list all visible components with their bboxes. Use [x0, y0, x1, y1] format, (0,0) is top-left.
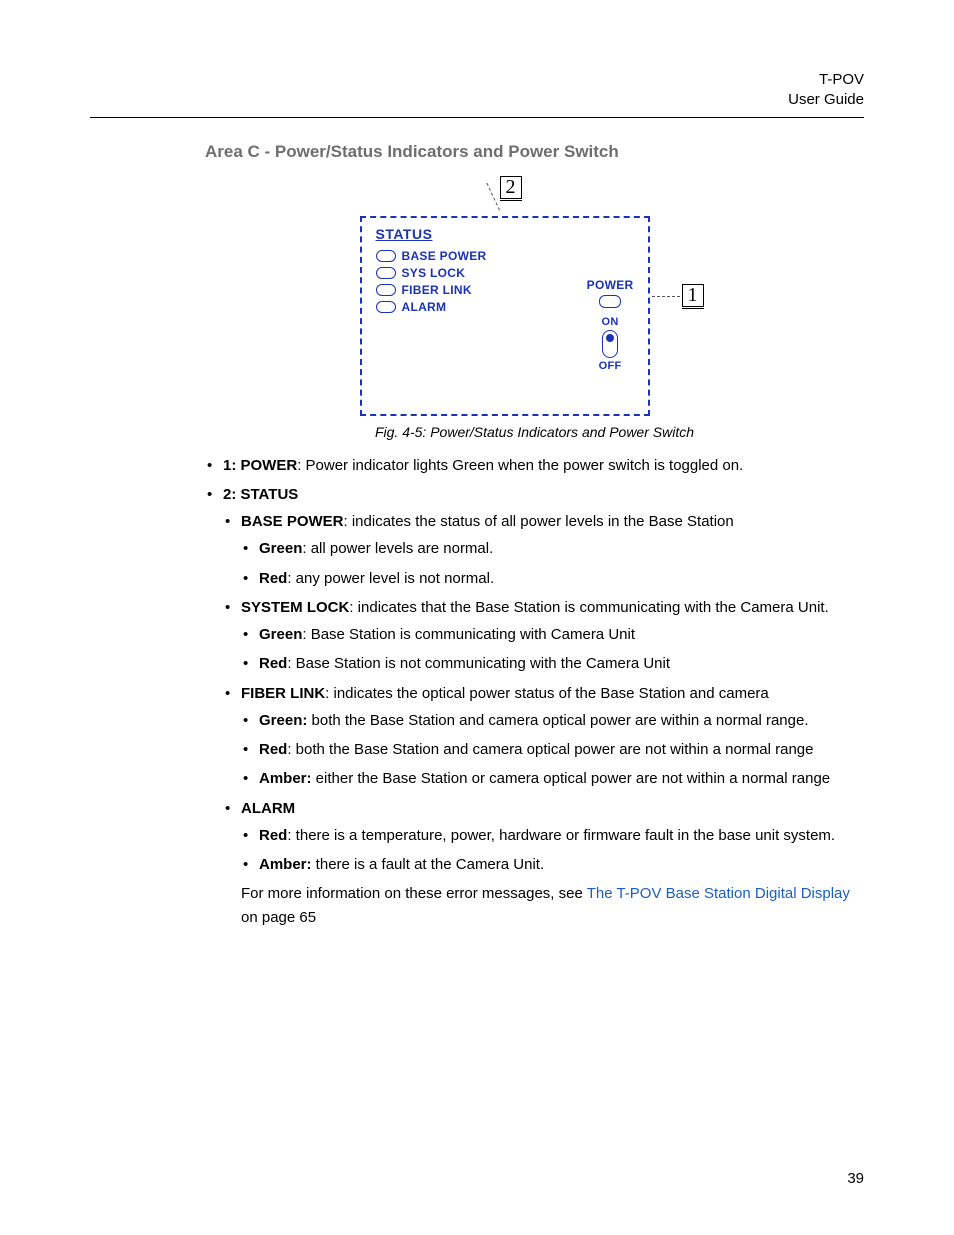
diagram: 2 STATUS BASE POWER SYS LOCK — [360, 176, 710, 416]
item-text: : indicates that the Base Station is com… — [349, 599, 828, 616]
cross-ref-link[interactable]: The T-POV Base Station Digital Display — [587, 885, 850, 902]
header-rule — [90, 117, 864, 118]
sub-list: BASE POWER: indicates the status of all … — [223, 510, 864, 929]
callout-1: 1 — [682, 284, 704, 309]
led-icon — [376, 250, 396, 262]
led-icon — [376, 301, 396, 313]
switch-on-label: ON — [587, 316, 634, 328]
header-product: T-POV — [90, 70, 864, 90]
list-item: Green: both the Base Station and camera … — [241, 709, 864, 732]
list-item: Red: both the Base Station and camera op… — [241, 738, 864, 761]
list-item: Amber: there is a fault at the Camera Un… — [241, 853, 864, 876]
led-label: SYS LOCK — [402, 266, 466, 280]
list-item: Green: Base Station is communicating wit… — [241, 623, 864, 646]
bullet-list: 1: POWER: Power indicator lights Green w… — [205, 454, 864, 929]
list-item: BASE POWER: indicates the status of all … — [223, 510, 864, 590]
item-text: : Power indicator lights Green when the … — [297, 457, 743, 474]
sub-list: Green: all power levels are normal. Red:… — [241, 537, 864, 590]
led-icon — [376, 267, 396, 279]
sub-list: Red: there is a temperature, power, hard… — [241, 824, 864, 877]
footer-post: on page 65 — [241, 909, 316, 926]
power-led-icon — [599, 295, 621, 308]
item-text: : indicates the optical power status of … — [325, 685, 769, 702]
page-number: 39 — [847, 1170, 864, 1187]
footer-pre: For more information on these error mess… — [241, 885, 587, 902]
sub-list: Green: both the Base Station and camera … — [241, 709, 864, 791]
list-item: Red: Base Station is not communicating w… — [241, 652, 864, 675]
list-item: 2: STATUS BASE POWER: indicates the stat… — [205, 483, 864, 929]
item-label: 1: POWER — [223, 457, 297, 474]
list-item: Amber: either the Base Station or camera… — [241, 767, 864, 790]
power-label: POWER — [587, 278, 634, 292]
list-item: ALARM Red: there is a temperature, power… — [223, 797, 864, 929]
section-heading: Area C - Power/Status Indicators and Pow… — [205, 142, 864, 162]
item-label: FIBER LINK — [241, 685, 325, 702]
item-label: 2: STATUS — [223, 486, 298, 503]
header-doc: User Guide — [90, 90, 864, 110]
led-label: BASE POWER — [402, 249, 487, 263]
led-base-power: BASE POWER — [376, 249, 638, 263]
page: T-POV User Guide Area C - Power/Status I… — [0, 0, 954, 1235]
page-header: T-POV User Guide — [90, 70, 864, 111]
led-label: ALARM — [402, 300, 447, 314]
content: Area C - Power/Status Indicators and Pow… — [205, 142, 864, 929]
list-item: FIBER LINK: indicates the optical power … — [223, 682, 864, 791]
callout-2: 2 — [500, 176, 522, 201]
list-item: 1: POWER: Power indicator lights Green w… — [205, 454, 864, 477]
item-text: : indicates the status of all power leve… — [344, 513, 734, 530]
power-block: POWER ON OFF — [587, 278, 634, 372]
status-panel: STATUS BASE POWER SYS LOCK FIBER LINK — [360, 216, 650, 416]
list-item: Red: any power level is not normal. — [241, 567, 864, 590]
figure-area: 2 STATUS BASE POWER SYS LOCK — [205, 176, 864, 416]
item-label: SYSTEM LOCK — [241, 599, 349, 616]
led-label: FIBER LINK — [402, 283, 472, 297]
list-item: Red: there is a temperature, power, hard… — [241, 824, 864, 847]
figure-caption: Fig. 4-5: Power/Status Indicators and Po… — [205, 424, 864, 440]
callout-1-number: 1 — [682, 284, 704, 307]
led-icon — [376, 284, 396, 296]
callout-2-number: 2 — [500, 176, 522, 199]
power-switch-icon — [602, 330, 618, 358]
callout-1-leader — [652, 296, 680, 297]
footer-note: For more information on these error mess… — [241, 882, 864, 929]
item-label: ALARM — [241, 800, 295, 817]
status-title: STATUS — [376, 226, 433, 242]
item-label: BASE POWER — [241, 513, 344, 530]
sub-list: Green: Base Station is communicating wit… — [241, 623, 864, 676]
callout-2-leader — [486, 182, 500, 210]
list-item: SYSTEM LOCK: indicates that the Base Sta… — [223, 596, 864, 676]
list-item: Green: all power levels are normal. — [241, 537, 864, 560]
switch-off-label: OFF — [587, 360, 634, 372]
